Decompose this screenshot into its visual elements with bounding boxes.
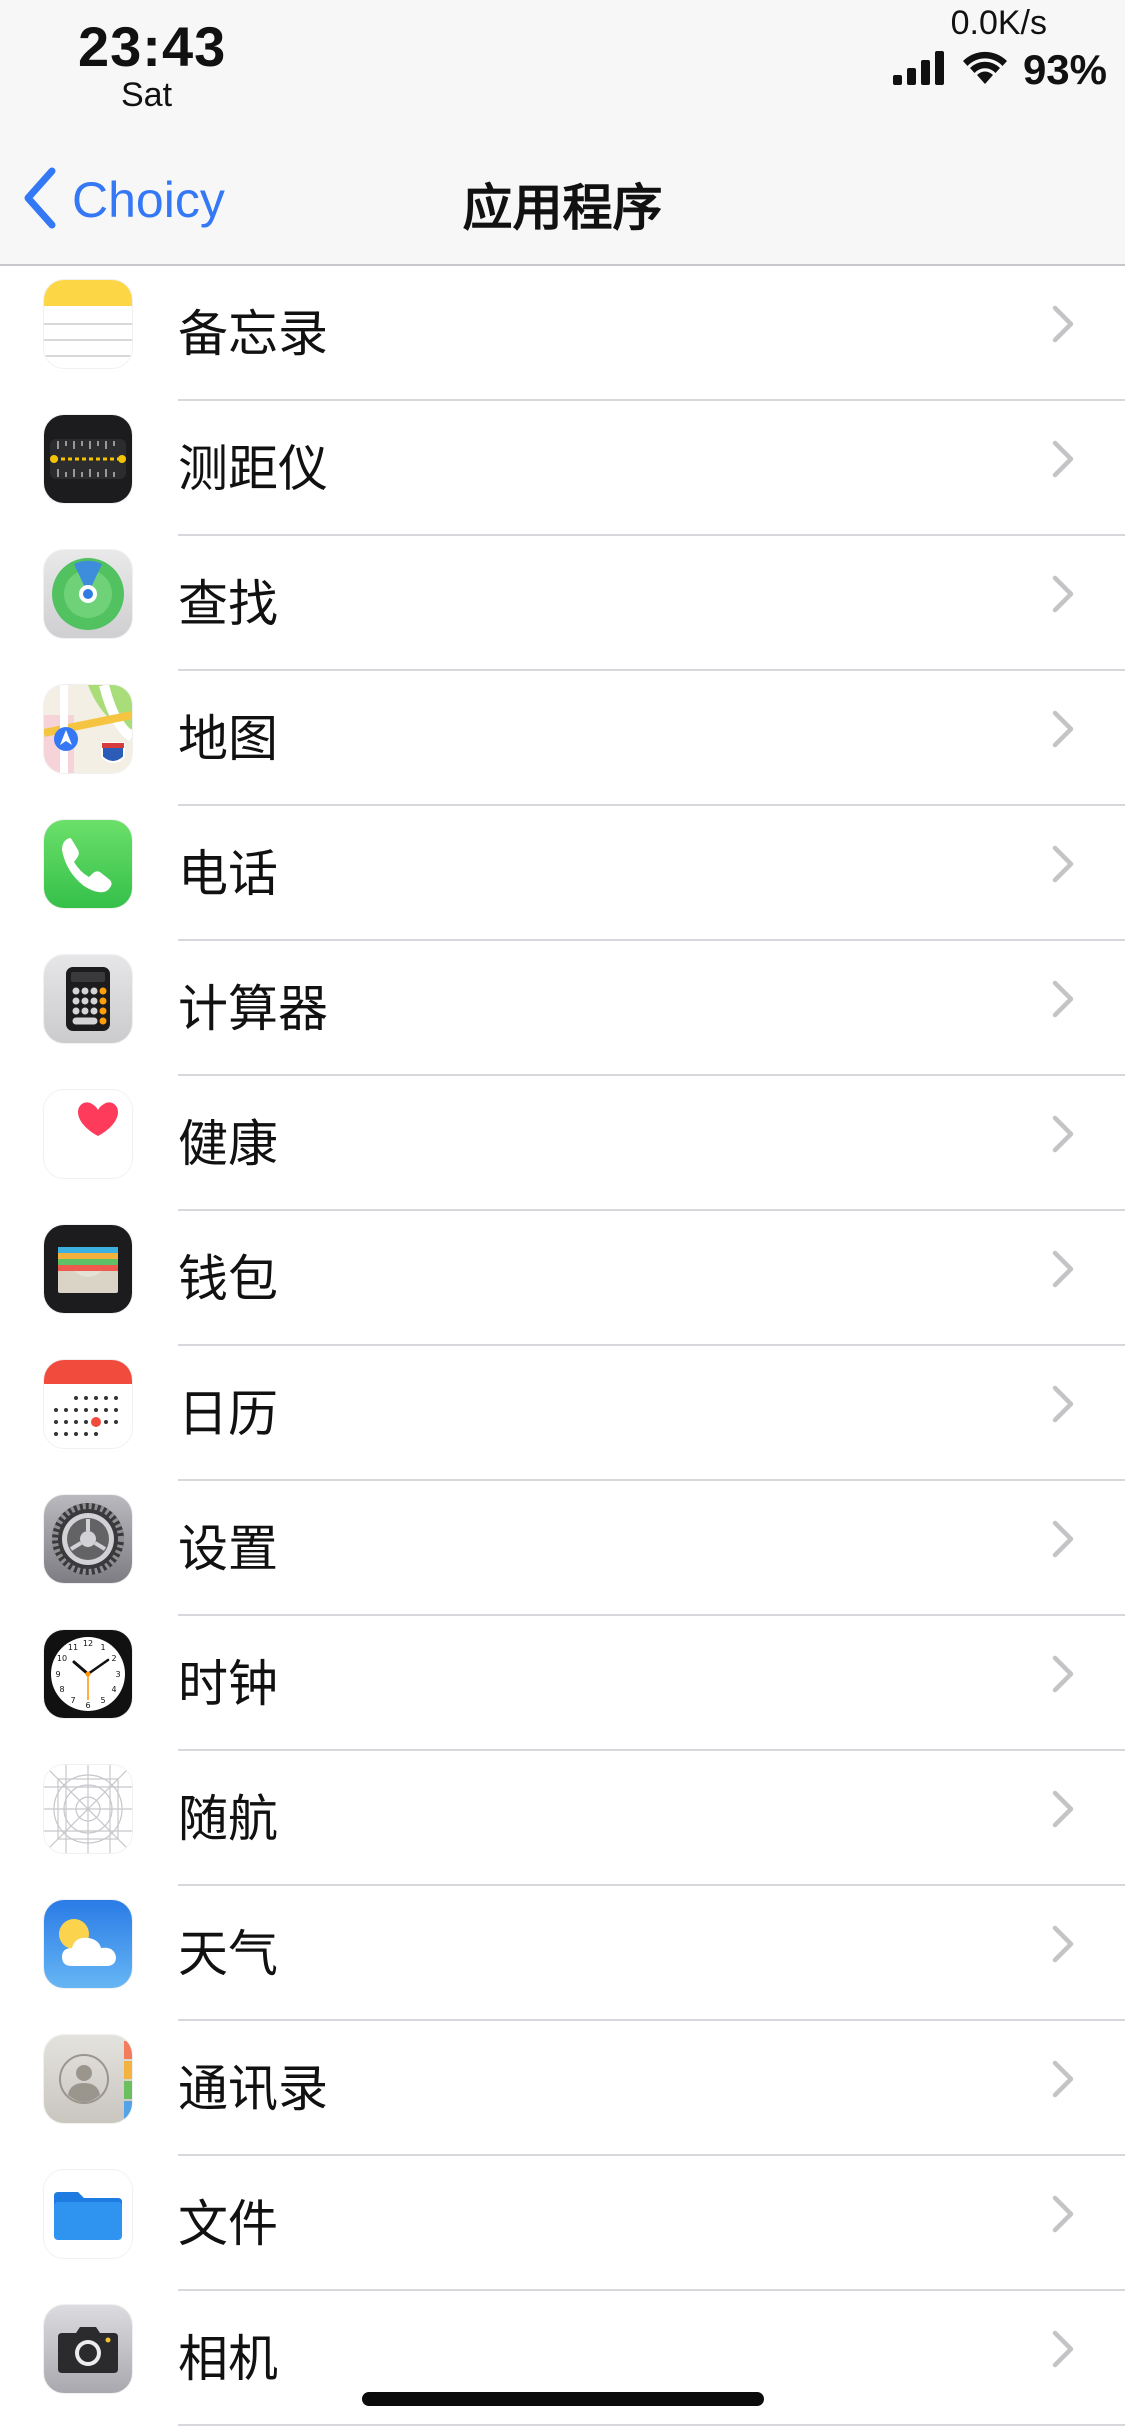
chevron-right-icon bbox=[1051, 2059, 1075, 2099]
chevron-right-icon bbox=[1051, 709, 1075, 749]
clock-icon: 12 1 2 3 45 6 78 9 10 11 bbox=[44, 1630, 132, 1718]
svg-text:1: 1 bbox=[100, 1643, 105, 1652]
list-item-label: 地图 bbox=[178, 711, 278, 767]
wifi-icon bbox=[961, 50, 1009, 91]
svg-text:8: 8 bbox=[59, 1685, 64, 1694]
chevron-right-icon bbox=[1051, 844, 1075, 884]
list-item-label: 随航 bbox=[178, 1791, 278, 1847]
list-item-label: 钱包 bbox=[178, 1251, 278, 1307]
list-item-clock[interactable]: 12 1 2 3 45 6 78 9 10 11 时钟 bbox=[0, 1616, 1125, 1751]
list-item-phone[interactable]: 电话 bbox=[0, 806, 1125, 941]
health-icon bbox=[44, 1090, 132, 1178]
list-item-label: 计算器 bbox=[178, 981, 328, 1037]
cellular-signal-icon bbox=[892, 50, 947, 90]
notes-icon bbox=[44, 280, 132, 368]
row-divider bbox=[178, 2424, 1125, 2426]
list-item-sidecar[interactable]: 随航 bbox=[0, 1751, 1125, 1886]
settings-icon bbox=[44, 1495, 132, 1583]
list-item-label: 文件 bbox=[178, 2196, 278, 2252]
calendar-icon bbox=[44, 1360, 132, 1448]
list-item-label: 测距仪 bbox=[178, 441, 328, 497]
list-item-label: 健康 bbox=[178, 1116, 278, 1172]
find-my-icon bbox=[44, 550, 132, 638]
list-item-label: 相机 bbox=[178, 2331, 278, 2387]
chevron-right-icon bbox=[1051, 2329, 1075, 2369]
chevron-right-icon bbox=[1051, 1249, 1075, 1289]
weather-icon bbox=[44, 1900, 132, 1988]
status-day: Sat bbox=[121, 76, 173, 114]
chevron-right-icon bbox=[1051, 1924, 1075, 1964]
status-bar: 23:43 Sat 0.0K/s 93% bbox=[0, 0, 1125, 130]
home-indicator[interactable] bbox=[362, 2392, 764, 2406]
maps-icon bbox=[44, 685, 132, 773]
svg-text:2: 2 bbox=[111, 1654, 116, 1663]
chevron-right-icon bbox=[1051, 439, 1075, 479]
measure-icon bbox=[44, 415, 132, 503]
page-title: 应用程序 bbox=[462, 180, 663, 236]
camera-icon bbox=[44, 2305, 132, 2393]
svg-text:6: 6 bbox=[85, 1701, 90, 1710]
chevron-right-icon bbox=[1051, 1384, 1075, 1424]
list-item-label: 设置 bbox=[178, 1521, 278, 1577]
chevron-right-icon bbox=[1051, 304, 1075, 344]
files-icon bbox=[44, 2170, 132, 2258]
chevron-right-icon bbox=[1051, 979, 1075, 1019]
chevron-right-icon bbox=[1051, 1114, 1075, 1154]
svg-text:7: 7 bbox=[70, 1696, 75, 1705]
list-item-calculator[interactable]: 计算器 bbox=[0, 941, 1125, 1076]
list-item-calendar[interactable]: 日历 bbox=[0, 1346, 1125, 1481]
svg-text:10: 10 bbox=[57, 1654, 67, 1663]
status-time: 23:43 bbox=[78, 15, 227, 78]
list-item-files[interactable]: 文件 bbox=[0, 2156, 1125, 2291]
phone-icon bbox=[44, 820, 132, 908]
navigation-bar: Choicy 应用程序 bbox=[0, 130, 1125, 266]
chevron-right-icon bbox=[1051, 2194, 1075, 2234]
list-item-label: 备忘录 bbox=[178, 306, 328, 362]
list-item-label: 电话 bbox=[178, 846, 278, 902]
chevron-right-icon bbox=[1051, 1789, 1075, 1829]
chevron-right-icon bbox=[1051, 574, 1075, 614]
status-indicators: 93% bbox=[892, 46, 1107, 94]
list-item-weather[interactable]: 天气 bbox=[0, 1886, 1125, 2021]
svg-text:4: 4 bbox=[111, 1685, 116, 1694]
list-item-find-my[interactable]: 查找 bbox=[0, 536, 1125, 671]
calculator-icon bbox=[44, 955, 132, 1043]
list-item-settings[interactable]: 设置 bbox=[0, 1481, 1125, 1616]
app-list: 备忘录 测距仪 查找 地图 电话 计算器 健康 钱包 日历 设置 12 1 2 … bbox=[0, 266, 1125, 2426]
svg-text:9: 9 bbox=[55, 1670, 60, 1679]
chevron-right-icon bbox=[1051, 1654, 1075, 1694]
sidecar-icon bbox=[44, 1765, 132, 1853]
svg-text:5: 5 bbox=[100, 1696, 105, 1705]
svg-text:12: 12 bbox=[83, 1639, 93, 1648]
list-item-wallet[interactable]: 钱包 bbox=[0, 1211, 1125, 1346]
list-item-label: 通讯录 bbox=[178, 2061, 328, 2117]
contacts-icon bbox=[44, 2035, 132, 2123]
list-item-maps[interactable]: 地图 bbox=[0, 671, 1125, 806]
list-item-label: 时钟 bbox=[178, 1656, 278, 1712]
list-item-notes[interactable]: 备忘录 bbox=[0, 266, 1125, 401]
list-item-health[interactable]: 健康 bbox=[0, 1076, 1125, 1211]
list-item-label: 查找 bbox=[178, 576, 278, 632]
network-speed: 0.0K/s bbox=[950, 4, 1047, 42]
wallet-icon bbox=[44, 1225, 132, 1313]
battery-percentage: 93% bbox=[1022, 46, 1107, 93]
list-item-label: 日历 bbox=[178, 1386, 278, 1442]
screen: 23:43 Sat 0.0K/s 93% Choicy 应用程序 备忘录 测距仪… bbox=[0, 0, 1125, 2436]
list-item-measure[interactable]: 测距仪 bbox=[0, 401, 1125, 536]
svg-text:3: 3 bbox=[115, 1670, 120, 1679]
list-item-contacts[interactable]: 通讯录 bbox=[0, 2021, 1125, 2156]
svg-text:11: 11 bbox=[68, 1643, 78, 1652]
chevron-right-icon bbox=[1051, 1519, 1075, 1559]
list-item-label: 天气 bbox=[178, 1926, 278, 1982]
